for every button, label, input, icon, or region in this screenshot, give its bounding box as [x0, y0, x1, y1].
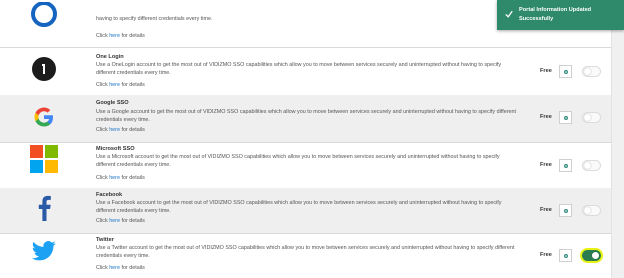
facebook-logo-icon [29, 193, 59, 223]
provider-price: Free [540, 68, 552, 74]
settings-button[interactable] [559, 111, 572, 124]
gear-icon [563, 69, 568, 74]
provider-logo-icon [29, 2, 59, 32]
enable-toggle[interactable] [582, 205, 601, 216]
provider-name: Twitter [96, 237, 114, 243]
checkmark-icon [505, 10, 513, 18]
gear-icon [563, 253, 568, 258]
provider-row-onelogin: One Login Use a OneLogin account to get … [0, 47, 612, 96]
gear-icon [563, 208, 568, 213]
toast-message: Portal Information Updated Successfully [519, 7, 592, 22]
provider-details-text: Click here for details [96, 127, 145, 133]
provider-description: Use a Facebook account to get the most o… [96, 200, 502, 214]
provider-price: Free [540, 207, 552, 213]
toggle-knob [584, 68, 591, 75]
details-link[interactable]: here [109, 265, 120, 271]
provider-row-microsoft: Microsoft SSO Use a Microsoft account to… [0, 142, 612, 189]
provider-name: Google SSO [96, 100, 129, 106]
onelogin-logo-icon [29, 54, 59, 84]
settings-button[interactable] [559, 249, 572, 262]
success-toast: Portal Information Updated Successfully [497, 0, 624, 30]
provider-name: Microsoft SSO [96, 146, 135, 152]
settings-button[interactable] [559, 204, 572, 217]
provider-details-text: Click here for details [96, 33, 145, 39]
toggle-knob [584, 207, 591, 214]
details-link[interactable]: here [109, 218, 120, 224]
provider-description: Use a Microsoft account to get the most … [96, 154, 500, 168]
scrollbar[interactable] [611, 17, 624, 278]
provider-name: One Login [96, 54, 124, 60]
provider-description: having to specify different credentials … [96, 16, 213, 22]
provider-details-text: Click here for details [96, 265, 145, 271]
provider-price: Free [540, 162, 552, 168]
provider-name: Facebook [96, 192, 123, 198]
microsoft-logo-icon [29, 144, 59, 174]
google-logo-icon [29, 102, 59, 132]
enable-toggle[interactable] [582, 250, 601, 261]
settings-button[interactable] [559, 65, 572, 78]
provider-row-google: Google SSO Use a Google account to get t… [0, 95, 612, 143]
details-link[interactable]: here [109, 33, 120, 39]
provider-price: Free [540, 252, 552, 258]
details-link[interactable]: here [109, 127, 120, 133]
gear-icon [563, 115, 568, 120]
enable-toggle[interactable] [582, 160, 601, 171]
gear-icon [563, 163, 568, 168]
enable-toggle[interactable] [582, 112, 601, 123]
toggle-knob [584, 162, 591, 169]
provider-row-facebook: Facebook Use a Facebook account to get t… [0, 188, 612, 234]
sso-provider-list: having to specify different credentials … [0, 0, 612, 278]
toggle-knob [584, 114, 591, 121]
provider-description: Use a Twitter account to get the most ou… [96, 245, 515, 259]
provider-row-twitter: Twitter Use a Twitter account to get the… [0, 233, 612, 278]
provider-details-text: Click here for details [96, 82, 145, 88]
provider-price: Free [540, 114, 552, 120]
provider-description: Use a Google account to get the most out… [96, 109, 516, 123]
toggle-knob [592, 252, 599, 259]
details-link[interactable]: here [109, 82, 120, 88]
enable-toggle[interactable] [582, 66, 601, 77]
settings-button[interactable] [559, 159, 572, 172]
twitter-logo-icon [29, 236, 59, 266]
provider-details-text: Click here for details [96, 175, 145, 181]
provider-description: Use a OneLogin account to get the most o… [96, 62, 502, 76]
details-link[interactable]: here [109, 175, 120, 181]
provider-details-text: Click here for details [96, 218, 145, 224]
